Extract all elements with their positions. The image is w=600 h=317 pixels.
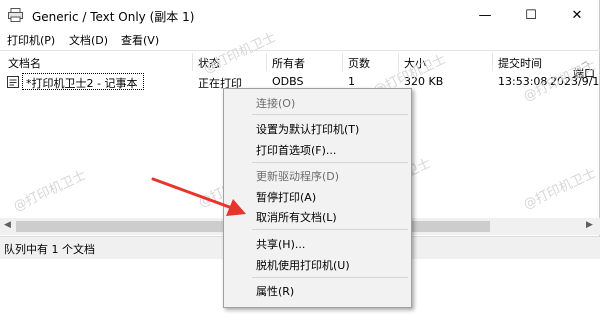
column-divider[interactable] xyxy=(266,53,267,71)
column-header-size[interactable]: 大小 xyxy=(404,55,426,71)
cell-document-name: *打印机卫士2 - 记事本 xyxy=(26,77,138,90)
document-icon xyxy=(7,76,19,88)
menu-item-pause-printing[interactable]: 暂停打印(A) xyxy=(256,189,316,205)
menu-item-update-driver[interactable]: 更新驱动程序(D) xyxy=(256,168,339,184)
column-header-name[interactable]: 文档名 xyxy=(8,55,41,71)
maximize-button[interactable]: ☐ xyxy=(508,0,554,30)
column-divider[interactable] xyxy=(342,53,343,71)
menu-bar: 打印机(P) 文档(D) 查看(V) xyxy=(0,30,600,49)
title-bar[interactable]: Generic / Text Only (副本 1) — ☐ ✕ xyxy=(0,0,600,30)
cell-owner: ODBS xyxy=(272,75,304,88)
menu-separator xyxy=(252,277,408,278)
menu-printer[interactable]: 打印机(P) xyxy=(7,32,55,48)
column-divider[interactable] xyxy=(492,53,493,71)
printer-icon xyxy=(8,8,23,22)
close-button[interactable]: ✕ xyxy=(554,0,600,30)
menu-item-printing-preferences[interactable]: 打印首选项(F)... xyxy=(256,142,336,158)
queue-count-text: 队列中有 1 个文档 xyxy=(4,243,95,256)
sort-up-icon: ︿ xyxy=(581,57,591,67)
menu-view[interactable]: 查看(V) xyxy=(121,32,159,48)
cell-date: 2023/9/1 xyxy=(550,75,600,88)
scroll-left-icon[interactable]: ◀ xyxy=(4,220,11,230)
cell-pages: 1 xyxy=(348,75,355,88)
column-divider[interactable] xyxy=(398,53,399,71)
menu-item-properties[interactable]: 属性(R) xyxy=(256,283,294,299)
menu-item-cancel-all-documents[interactable]: 取消所有文档(L) xyxy=(256,209,337,225)
context-menu: 连接(O) 设置为默认打印机(T) 打印首选项(F)... 更新驱动程序(D) … xyxy=(223,88,412,308)
menu-item-connect[interactable]: 连接(O) xyxy=(256,95,295,111)
menu-item-sharing[interactable]: 共享(H)... xyxy=(256,236,305,252)
cell-time: 13:53:08 xyxy=(498,75,548,88)
window-title: Generic / Text Only (副本 1) xyxy=(32,10,195,24)
column-divider[interactable] xyxy=(192,53,193,71)
menu-separator xyxy=(252,229,408,230)
column-header-pages[interactable]: 页数 xyxy=(348,55,370,71)
column-header-submitted[interactable]: 提交时间 xyxy=(498,55,542,71)
menu-separator xyxy=(252,162,408,163)
menu-document[interactable]: 文档(D) xyxy=(69,32,108,48)
menu-item-set-default[interactable]: 设置为默认打印机(T) xyxy=(256,121,359,137)
column-header-owner[interactable]: 所有者 xyxy=(272,55,305,71)
menu-separator xyxy=(252,114,408,115)
scroll-right-icon[interactable]: ▶ xyxy=(586,220,593,230)
cell-size: 320 KB xyxy=(404,75,444,88)
column-header-status[interactable]: 状态 xyxy=(198,55,220,71)
menu-item-use-offline[interactable]: 脱机使用打印机(U) xyxy=(256,257,350,273)
minimize-button[interactable]: — xyxy=(462,0,508,30)
